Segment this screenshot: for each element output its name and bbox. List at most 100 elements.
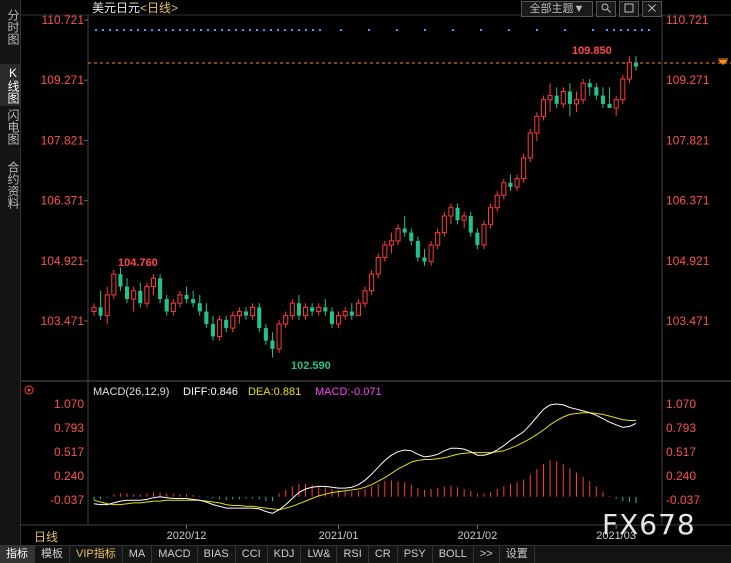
candle-body-down [600,95,606,104]
tab-psy[interactable]: PSY [398,546,433,563]
candle-body-up [395,227,401,242]
price-tick-left: 106.371 [41,194,85,208]
candle-body-up [461,215,467,221]
candle-body-up [250,306,256,317]
candle-body-down [204,311,209,324]
signal-dot [144,29,146,31]
candle-body-up [547,95,553,101]
macd-tick-right: 0.240 [666,469,696,483]
period-tab[interactable]: 日线 [34,528,58,545]
candle-body-up [540,99,547,117]
candle-body-down [607,103,612,109]
candle-body-up [501,182,507,196]
signal-dot [508,29,510,31]
signal-dot [620,29,622,31]
candle-body-up [626,61,632,80]
candle-body-up [494,194,500,209]
candle-body-up [435,232,441,246]
candle-body-up [514,178,520,188]
candle-body-up [177,294,183,304]
tab-template[interactable]: 模板 [35,546,70,563]
signal-dot [158,29,160,31]
high-annotation: 104.760 [118,257,158,269]
period-title[interactable]: <日线> [140,1,178,15]
sidebar-tab-contract[interactable]: 合约资料 [0,156,20,214]
price-tick-left: 107.821 [41,133,85,147]
close-icon[interactable] [642,1,662,17]
window-icon[interactable] [619,1,639,17]
signal-dot [172,29,174,31]
tab-bias[interactable]: BIAS [198,546,236,563]
price-tick-right: 109.271 [666,73,710,87]
macd-value-label: MACD:-0.071 [315,386,382,398]
signal-dot [424,29,426,31]
signal-dot [102,29,104,31]
signal-dot [95,29,97,31]
candle-body-down [118,274,123,287]
candle-body-up [111,273,117,296]
theme-dropdown[interactable]: 全部主题▼ [521,1,593,17]
price-tick-left: 110.721 [42,13,85,27]
low-annotation: 102.590 [291,360,331,372]
signal-dot [592,29,594,31]
signal-dot [291,29,293,31]
signal-dot [277,29,279,31]
candle-body-up [573,99,580,105]
tab-ma[interactable]: MA [123,546,153,563]
sidebar: 分时图 K线图 闪电图 合约资料 [0,0,21,545]
tab-rsi[interactable]: RSI [337,546,369,563]
signal-dot [396,29,398,31]
price-tick-left: 104.921 [41,254,85,268]
sidebar-tab-kline[interactable]: K线图 [0,64,20,106]
candle-body-down [310,307,315,312]
symbol-title: 美元日元 [92,1,140,15]
candle-body-down [263,328,268,341]
macd-settings-icon-dot [27,388,31,392]
tab-cr[interactable]: CR [369,546,398,563]
tab-vip-indicator[interactable]: VIP指标 [70,546,123,563]
signal-dot [137,29,139,31]
candle-body-down [468,216,473,233]
signal-dot [368,29,370,31]
candle-body-down [210,323,216,337]
tab-cci[interactable]: CCI [236,546,268,563]
candle-body-down [422,257,427,262]
tab-indicator[interactable]: 指标 [0,546,35,563]
signal-dot [641,29,643,31]
candle-body-up [150,277,157,288]
macd-tick-right: -0.037 [666,493,700,507]
tab-lw[interactable]: LW& [301,546,338,563]
candle-body-up [441,215,447,234]
candle-body-down [257,307,262,329]
macd-tick-right: 0.517 [666,445,696,459]
tab-more[interactable]: >> [474,546,500,563]
candle-body-up [481,223,487,246]
signal-dot [480,29,482,31]
macd-tick-left: 0.517 [54,445,84,459]
macd-tick-right: 1.070 [666,397,696,411]
macd-diff-label: DIFF:0.846 [183,386,238,398]
watermark: FX678 [602,508,696,541]
kline-chart[interactable]: 美元日元 <日线> 110.721 109.271 107.821 106.371 10… [0,0,731,545]
signal-dot [207,29,209,31]
signal-dot [340,29,342,31]
sidebar-tab-flash[interactable]: 闪电图 [0,104,20,150]
signal-dot [319,29,321,31]
tab-macd[interactable]: MACD [152,546,198,563]
candle-body-up [144,286,150,304]
candle-body-down [323,307,328,312]
sidebar-tab-timeshare[interactable]: 分时图 [0,4,20,50]
price-tick-right: 107.821 [666,133,710,147]
candle-body-up [369,273,375,292]
signal-dot [109,29,111,31]
signal-dot [627,29,629,31]
tab-boll[interactable]: BOLL [433,546,474,563]
tab-settings[interactable]: 设置 [500,546,535,563]
signal-dot [235,29,237,31]
search-icon[interactable] [596,1,616,17]
signal-dot [179,29,181,31]
indicator-tabs: 指标 模板 VIP指标 MA MACD BIAS CCI KDJ LW& RSI… [0,545,731,563]
signal-dot [298,29,300,31]
candle-body-down [349,311,354,316]
tab-kdj[interactable]: KDJ [268,546,302,563]
